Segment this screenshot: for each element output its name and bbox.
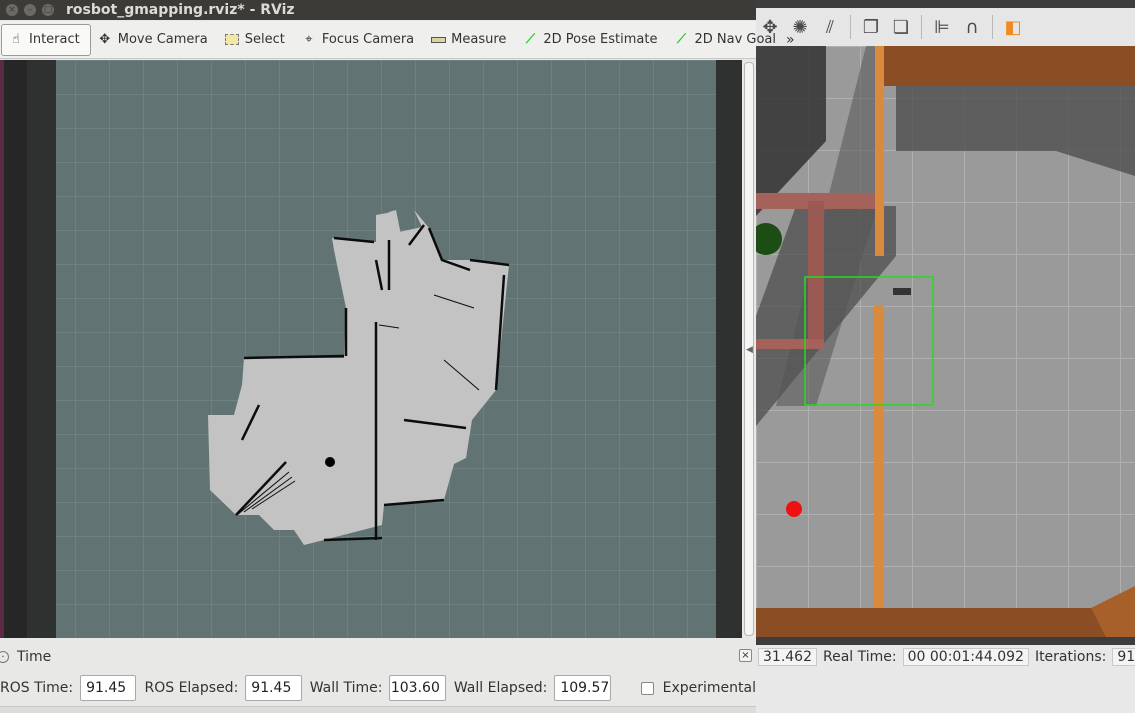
time-panel-close-button[interactable]: × — [739, 649, 752, 662]
desktop: ✥ ✺ ⫽ ❐ ❏ ⊫ ∩ ◧ 31.462 Real Time: 00 00:… — [0, 0, 1135, 713]
gazebo-toolbar: ✥ ✺ ⫽ ❐ ❏ ⊫ ∩ ◧ — [756, 8, 1135, 46]
align-icon[interactable]: ⊫ — [930, 14, 954, 40]
nav-goal-tool[interactable]: ⟋ 2D Nav Goal — [667, 24, 786, 56]
ros-time-field[interactable]: 91.45 — [80, 675, 137, 701]
gazebo-bottom-area — [756, 669, 1135, 713]
pose-estimate-label: 2D Pose Estimate — [543, 32, 658, 47]
time-panel-fields: ROS Time: 91.45 ROS Elapsed: 91.45 Wall … — [0, 672, 756, 704]
ros-elapsed-field[interactable]: 91.45 — [245, 675, 302, 701]
floor-wooden-top — [881, 46, 1135, 86]
snap-icon[interactable]: ∩ — [960, 14, 984, 40]
window-minimize-icon[interactable]: – — [24, 4, 36, 16]
wall-time-label: Wall Time: — [309, 680, 383, 696]
ruler-icon — [430, 32, 446, 48]
time-panel-title: Time — [17, 649, 52, 665]
copy-icon[interactable]: ❐ — [859, 14, 883, 40]
wall-lower — [756, 339, 824, 349]
directional-light-icon[interactable]: ⫽ — [818, 14, 842, 40]
focus-camera-label: Focus Camera — [321, 32, 415, 47]
select-tool[interactable]: Select — [218, 24, 295, 56]
move-camera-tool[interactable]: ✥ Move Camera — [91, 24, 218, 56]
collapse-arrow-icon[interactable]: ◀ — [746, 345, 753, 355]
view-angle-icon[interactable]: ◧ — [1001, 14, 1025, 40]
iterations-value: 91462 — [1112, 648, 1135, 666]
wall-vertical — [808, 201, 824, 346]
floor-wooden-bottom — [756, 608, 1135, 637]
rviz-tools-toolbar: ☝ Interact ✥ Move Camera Select ⌖ Focus … — [0, 21, 795, 59]
cylinder-upper — [875, 46, 884, 256]
measure-tool[interactable]: Measure — [424, 24, 516, 56]
green-object — [756, 223, 782, 255]
hand-pointer-icon: ☝ — [12, 32, 20, 47]
green-arrow-icon: ⟋ — [525, 32, 535, 47]
robot-model — [893, 288, 911, 295]
focus-camera-tool[interactable]: ⌖ Focus Camera — [295, 24, 424, 56]
gazebo-3d-scene[interactable] — [756, 46, 1135, 637]
wall-elapsed-field[interactable]: 109.57 — [554, 675, 611, 701]
gazebo-window: ✥ ✺ ⫽ ❐ ❏ ⊫ ∩ ◧ 31.462 Real Time: 00 00:… — [756, 0, 1135, 713]
window-close-icon[interactable]: × — [6, 4, 18, 16]
toolbar-divider — [992, 15, 993, 39]
nav-goal-label: 2D Nav Goal — [694, 32, 777, 47]
move-camera-label: Move Camera — [117, 32, 208, 47]
wall-elapsed-label: Wall Elapsed: — [453, 680, 548, 696]
cylinder-lower — [874, 306, 884, 626]
sim-time-value: 31.462 — [758, 648, 817, 666]
rviz-window: × – □ rosbot_gmapping.rviz* - RViz ☝ Int… — [0, 0, 795, 713]
ros-elapsed-label: ROS Elapsed: — [144, 680, 239, 696]
real-time-label: Real Time: — [823, 649, 897, 665]
clock-icon: · — [0, 651, 9, 663]
wall-time-field[interactable]: 9103.60 — [389, 675, 446, 701]
toolbar-divider — [850, 15, 851, 39]
rviz-title-bar[interactable]: × – □ rosbot_gmapping.rviz* - RViz — [0, 0, 756, 20]
window-title: rosbot_gmapping.rviz* - RViz — [66, 2, 295, 18]
shadow-top-wall — [896, 86, 1135, 176]
iterations-label: Iterations: — [1034, 649, 1107, 665]
interact-tool[interactable]: ☝ Interact — [1, 23, 91, 56]
time-panel-header: · Time — [0, 646, 756, 668]
select-label: Select — [244, 32, 285, 47]
real-time-value: 00 00:01:44.092 — [902, 648, 1029, 666]
experimental-checkbox[interactable] — [640, 681, 654, 695]
gazebo-status-bar: 31.462 Real Time: 00 00:01:44.092 Iterat… — [756, 645, 1135, 669]
gazebo-scene-drawing — [756, 46, 1135, 637]
red-target — [786, 501, 802, 517]
focus-camera-icon: ⌖ — [305, 32, 313, 47]
experimental-label: Experimental — [662, 680, 756, 696]
panel-bottom-strip — [0, 706, 756, 713]
shadow-left — [756, 46, 826, 216]
toolbar-divider — [921, 15, 922, 39]
interact-label: Interact — [29, 32, 80, 47]
rviz-render-view[interactable] — [4, 60, 742, 638]
green-arrow-icon: ⟋ — [676, 32, 687, 47]
move-camera-icon: ✥ — [99, 32, 111, 47]
occupancy-map-view — [4, 60, 742, 638]
measure-label: Measure — [451, 32, 507, 47]
robot-position-marker — [325, 457, 335, 467]
paste-icon[interactable]: ❏ — [889, 14, 913, 40]
select-box-icon — [224, 32, 240, 48]
ros-time-label: ROS Time: — [0, 680, 74, 696]
dark-band-left — [4, 60, 27, 638]
toolbar-overflow-button[interactable]: » — [786, 32, 795, 48]
window-maximize-icon[interactable]: □ — [42, 4, 54, 16]
pose-estimate-tool[interactable]: ⟋ 2D Pose Estimate — [516, 24, 667, 56]
